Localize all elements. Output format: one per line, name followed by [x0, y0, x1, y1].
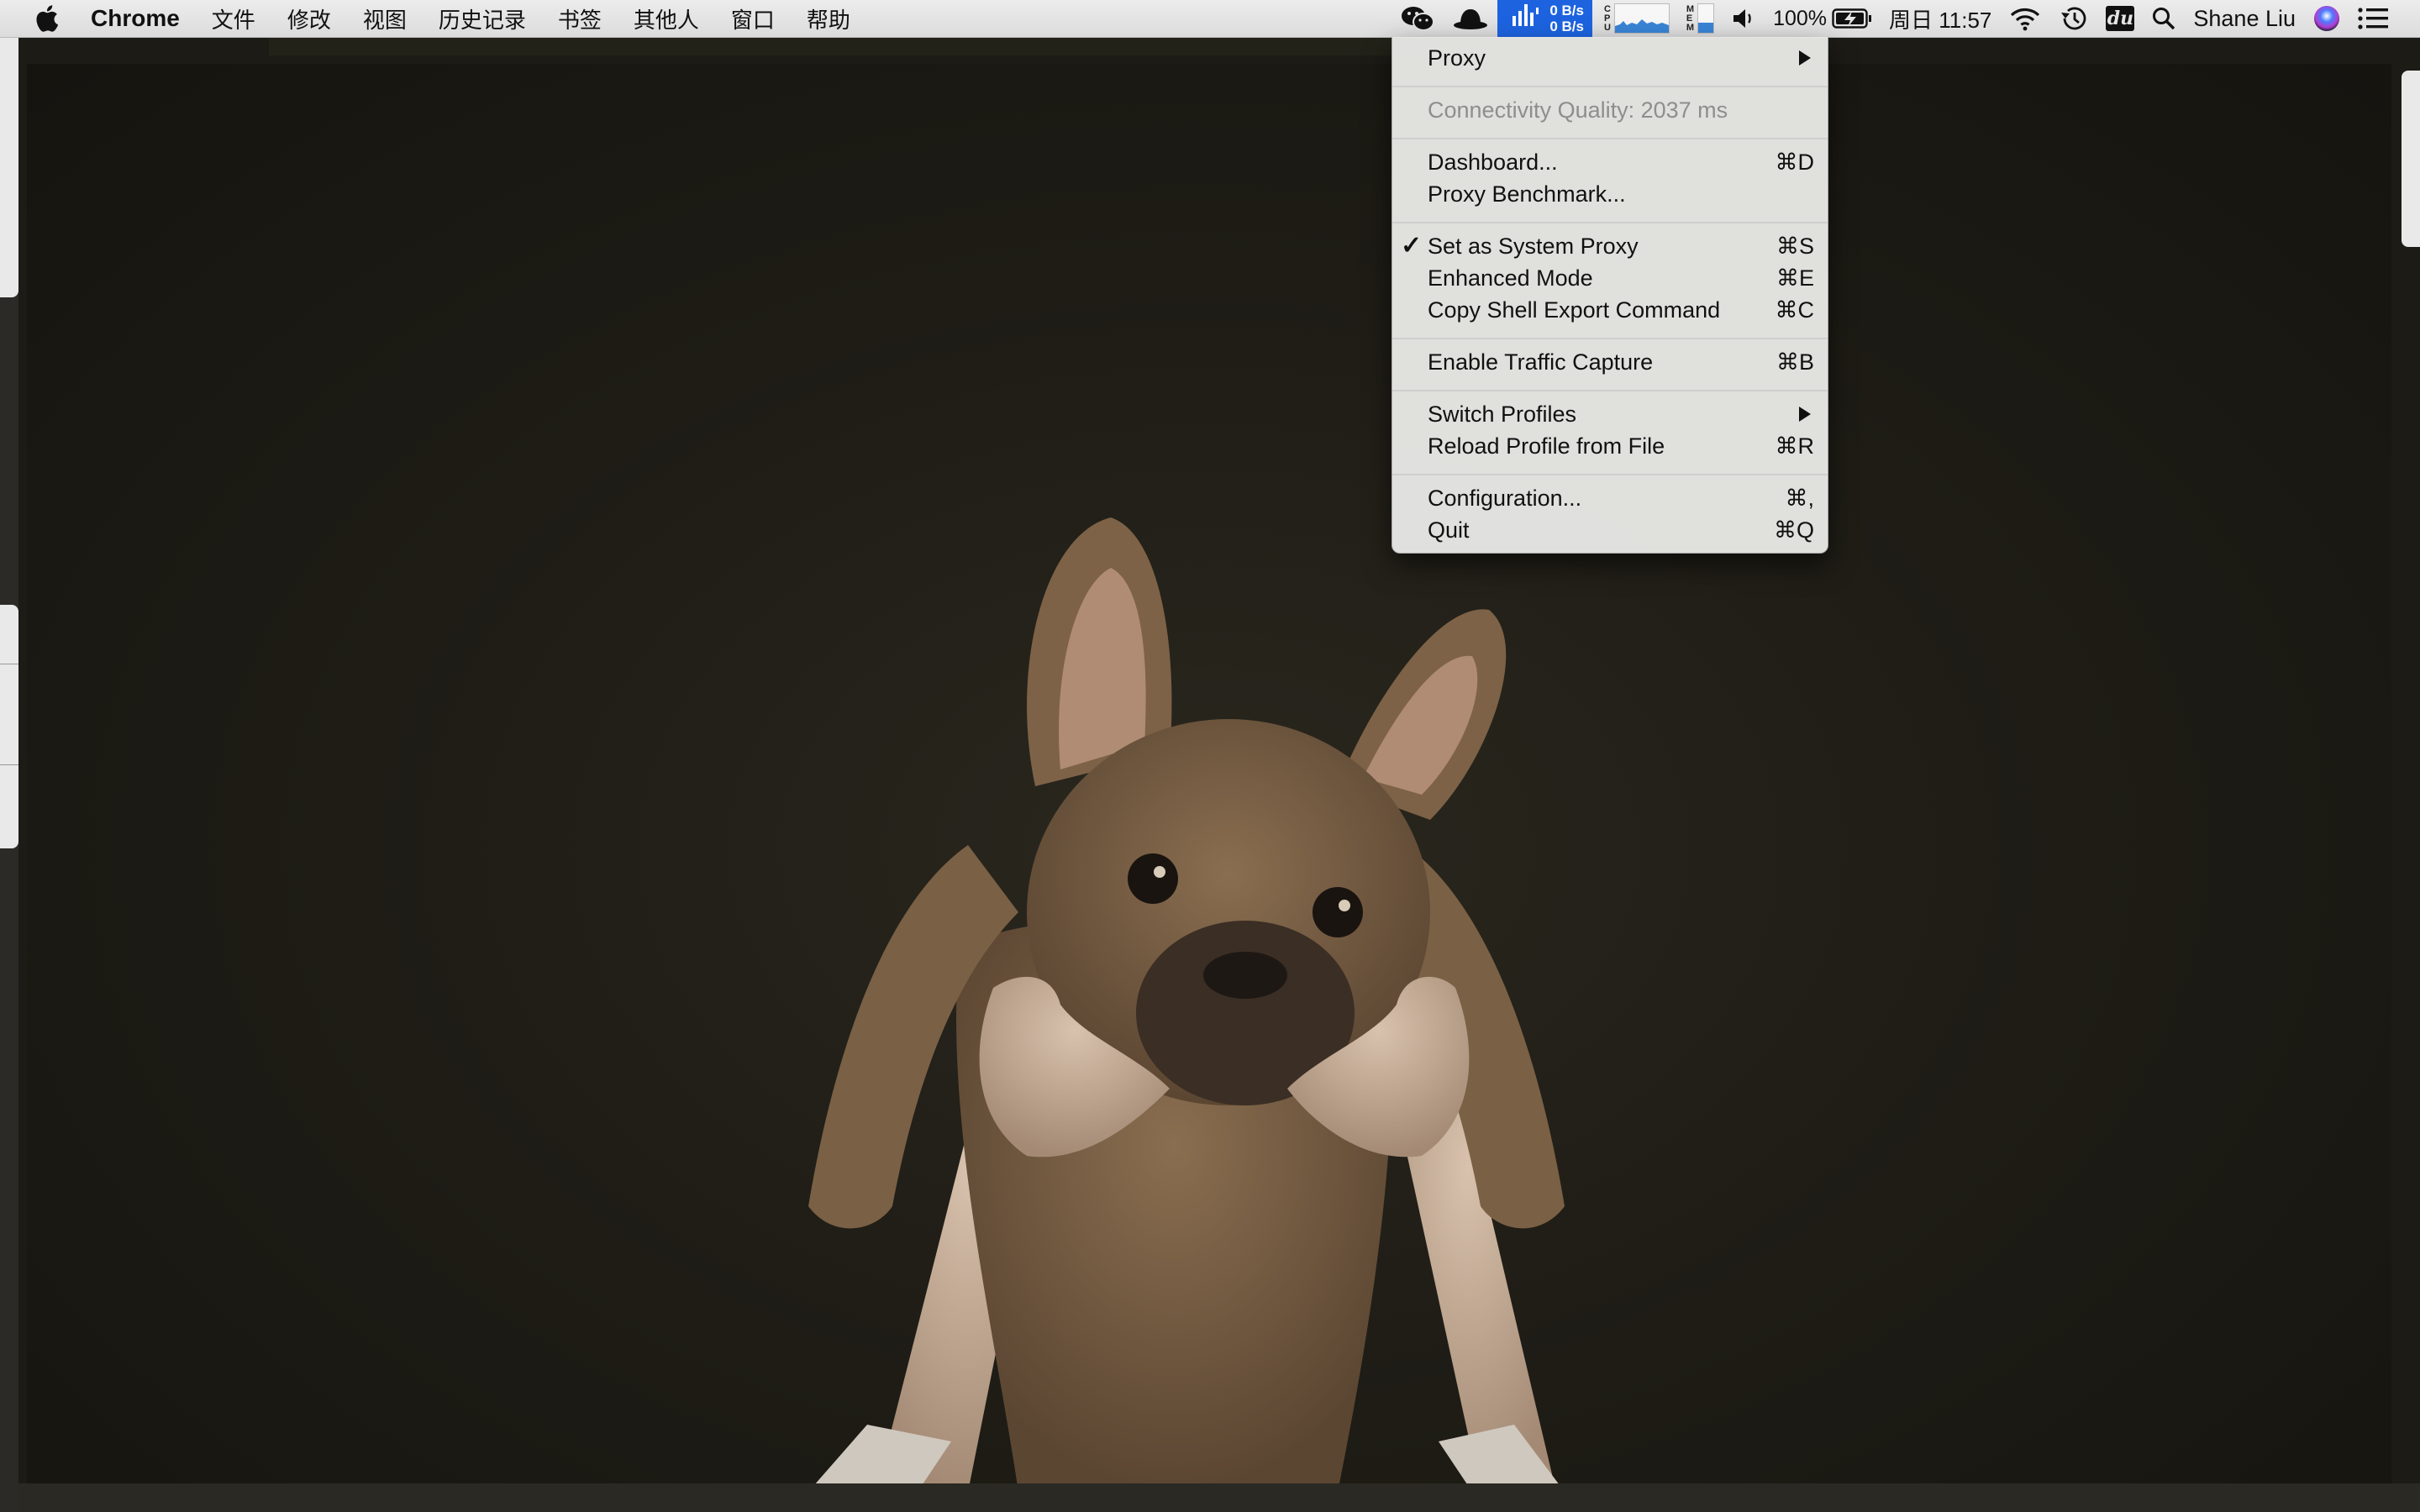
- menu-help[interactable]: 帮助: [791, 3, 866, 34]
- dog-photo: [27, 64, 2391, 1492]
- shortcut: ⌘,: [1785, 485, 1814, 511]
- memory-graph: [1697, 3, 1715, 34]
- menu-edit[interactable]: 修改: [271, 3, 347, 34]
- battery-status[interactable]: 100%: [1773, 0, 1872, 37]
- surge-icon: [1511, 3, 1539, 35]
- shortcut: ⌘S: [1776, 233, 1814, 259]
- siri-icon[interactable]: [2312, 0, 2341, 37]
- menu-item-quit[interactable]: Quit ⌘Q: [1428, 514, 1814, 546]
- menu-app-chrome[interactable]: Chrome: [91, 5, 196, 32]
- shortcut: ⌘R: [1775, 433, 1815, 459]
- menu-separator: [1392, 138, 1828, 139]
- volume-icon[interactable]: [1731, 0, 1756, 37]
- download-speed: 0 B/s: [1549, 18, 1584, 34]
- clock[interactable]: 周日 11:57: [1889, 0, 1991, 37]
- submenu-arrow-icon: [1799, 407, 1811, 422]
- upload-speed: 0 B/s: [1549, 3, 1584, 18]
- menu-item-copy-shell-export[interactable]: Copy Shell Export Command ⌘C: [1428, 294, 1814, 326]
- menu-separator: [1392, 390, 1828, 391]
- menu-bar: Chrome 文件 修改 视图 历史记录 书签 其他人 窗口 帮助 0 B/s …: [0, 0, 2420, 38]
- notification-center-icon[interactable]: [2358, 0, 2388, 37]
- shortcut: ⌘C: [1775, 297, 1815, 323]
- french-bulldog-illustration: [808, 517, 1565, 1492]
- shortcut: ⌘E: [1776, 265, 1814, 291]
- left-window-panel-top: [0, 37, 18, 297]
- mem-label: MEM: [1686, 3, 1695, 33]
- menu-item-switch-profiles[interactable]: Switch Profiles: [1428, 398, 1814, 430]
- menu-item-enhanced-mode[interactable]: Enhanced Mode ⌘E: [1428, 262, 1814, 294]
- surge-dropdown-menu: Proxy Connectivity Quality: 2037 ms Dash…: [1392, 37, 1828, 554]
- apple-icon[interactable]: [34, 5, 59, 32]
- left-window-panel-middle: [0, 605, 18, 848]
- shortcut: ⌘D: [1775, 149, 1815, 175]
- battery-percent: 100%: [1773, 6, 1828, 30]
- spotlight-search-icon[interactable]: [2151, 0, 2176, 37]
- time-machine-icon[interactable]: [2059, 0, 2089, 37]
- network-speed: 0 B/s 0 B/s: [1549, 3, 1584, 34]
- shortcut: ⌘B: [1776, 349, 1814, 375]
- cpu-monitor[interactable]: CPU: [1604, 0, 1670, 37]
- menu-separator: [1392, 86, 1828, 87]
- menu-item-proxy-benchmark[interactable]: Proxy Benchmark...: [1428, 178, 1814, 210]
- shortcut: ⌘Q: [1773, 517, 1814, 543]
- checkmark-icon: ✓: [1401, 232, 1423, 260]
- menu-bookmarks[interactable]: 书签: [542, 3, 618, 34]
- menu-separator: [1392, 222, 1828, 223]
- menu-file[interactable]: 文件: [196, 3, 271, 34]
- cpu-graph: [1613, 3, 1670, 34]
- menu-item-dashboard[interactable]: Dashboard... ⌘D: [1428, 146, 1814, 178]
- menu-item-proxy[interactable]: Proxy: [1428, 42, 1814, 74]
- menu-people[interactable]: 其他人: [618, 3, 715, 34]
- menu-view[interactable]: 视图: [347, 3, 423, 34]
- menu-separator: [1392, 338, 1828, 339]
- menu-item-proxy-label: Proxy: [1428, 45, 1486, 71]
- bowler-hat-icon[interactable]: [1452, 0, 1489, 37]
- surge-status-item[interactable]: 0 B/s 0 B/s: [1497, 0, 1592, 37]
- submenu-arrow-icon: [1799, 50, 1811, 66]
- memory-monitor[interactable]: MEM: [1686, 0, 1715, 37]
- window-bottom-bar: [18, 1483, 2420, 1512]
- menu-item-set-system-proxy[interactable]: ✓ Set as System Proxy ⌘S: [1401, 230, 1814, 262]
- menu-item-enable-traffic-capture[interactable]: Enable Traffic Capture ⌘B: [1428, 346, 1814, 378]
- menu-item-reload-profile[interactable]: Reload Profile from File ⌘R: [1428, 430, 1814, 462]
- menu-item-configuration[interactable]: Configuration... ⌘,: [1428, 482, 1814, 514]
- wechat-icon[interactable]: [1400, 0, 1435, 37]
- battery-charging-icon: [1832, 8, 1872, 29]
- wifi-icon[interactable]: [2008, 0, 2042, 37]
- window-top-strip: [269, 37, 1437, 55]
- right-window-edge: [2402, 71, 2420, 247]
- dictionary-icon[interactable]: du: [2106, 0, 2135, 37]
- menu-window[interactable]: 窗口: [715, 3, 791, 34]
- user-name[interactable]: Shane Liu: [2193, 0, 2296, 37]
- status-area: 0 B/s 0 B/s CPU MEM 100% 周日 11:57 du Sha…: [1392, 0, 2420, 37]
- menu-history[interactable]: 历史记录: [423, 3, 542, 34]
- menu-item-connectivity-quality: Connectivity Quality: 2037 ms: [1428, 97, 1728, 123]
- menu-separator: [1392, 474, 1828, 475]
- cpu-label: CPU: [1603, 3, 1611, 33]
